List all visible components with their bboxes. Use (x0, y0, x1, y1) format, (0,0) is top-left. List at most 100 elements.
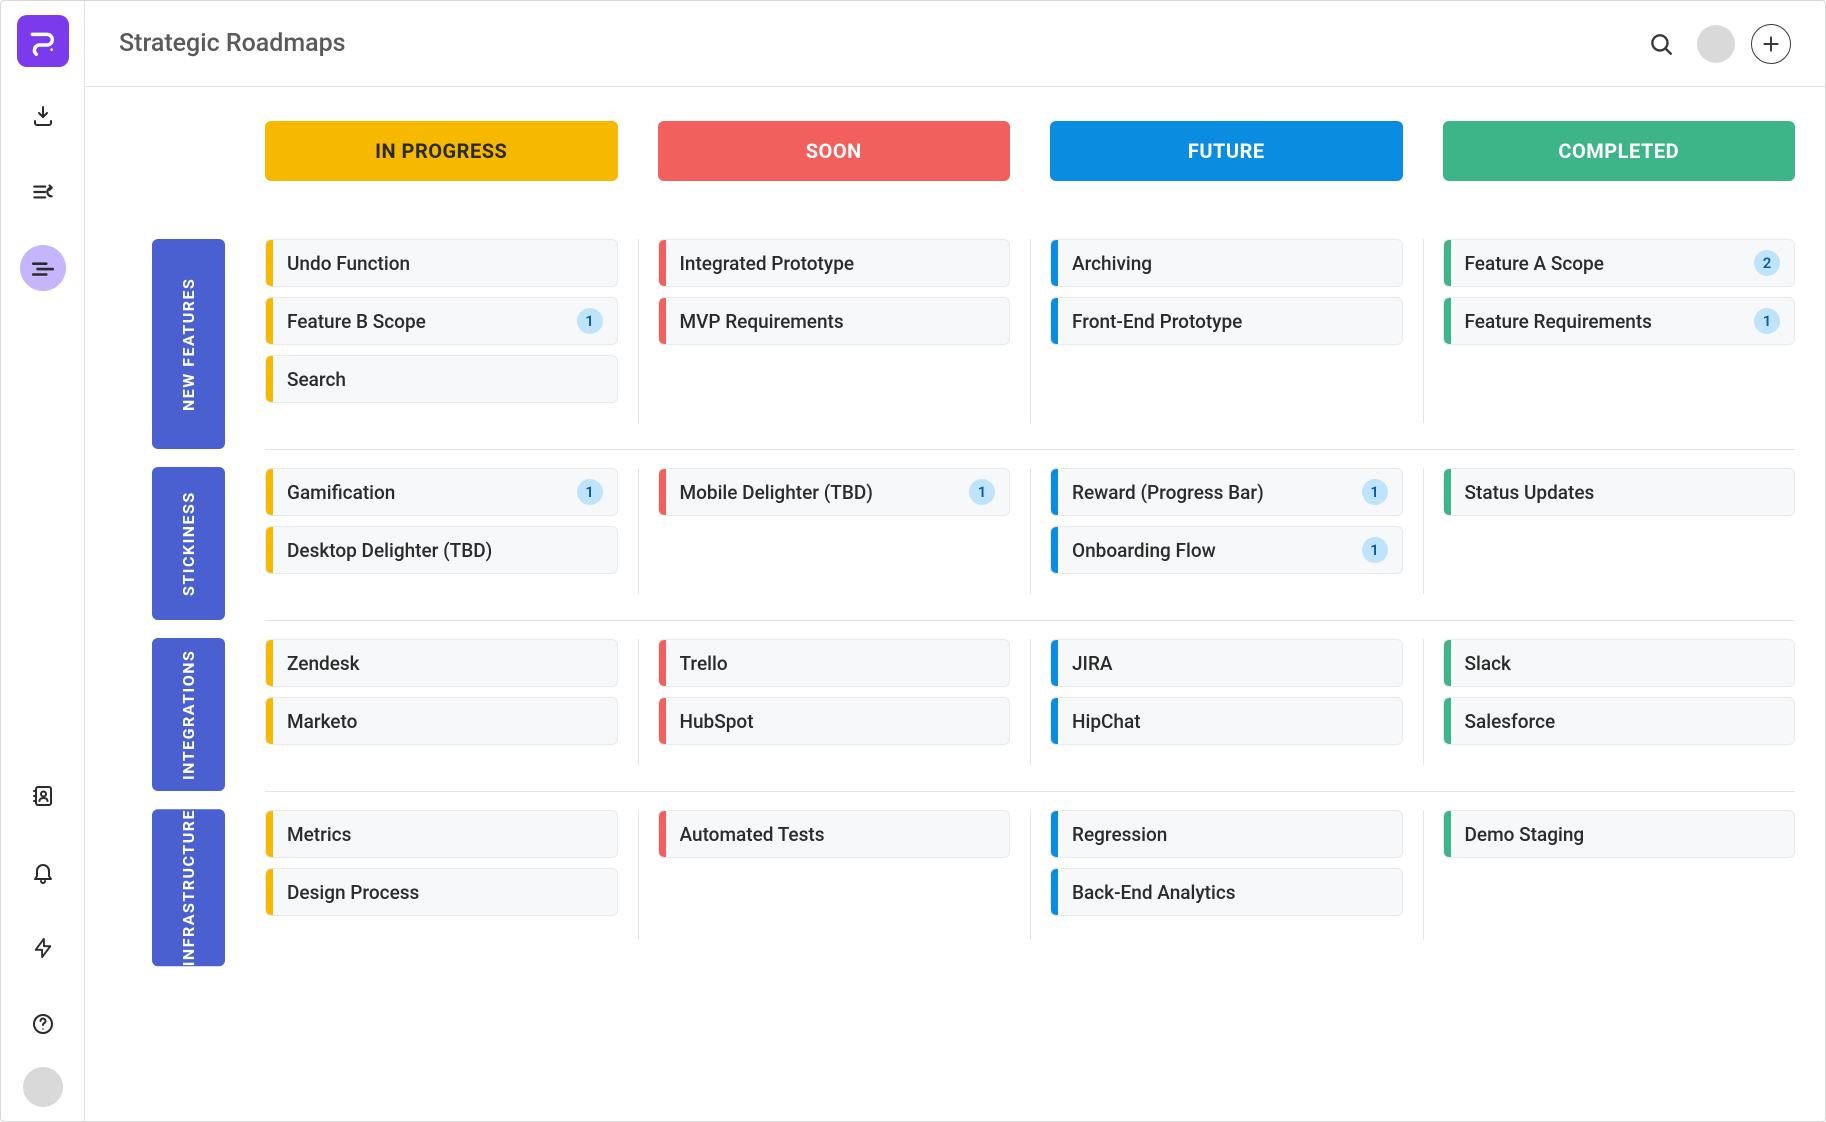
roadmap-card[interactable]: Salesforce (1443, 697, 1796, 745)
roadmap-card[interactable]: Status Updates (1443, 468, 1796, 516)
roadmap-card[interactable]: Metrics (265, 810, 618, 858)
card-title: Gamification (287, 481, 577, 504)
address-book-icon (31, 784, 55, 808)
swimlane-label[interactable]: INFRASTRUCTURE (152, 809, 225, 966)
roadmap-card[interactable]: Search (265, 355, 618, 403)
roadmap-card[interactable]: Integrated Prototype (658, 239, 1011, 287)
roadmap-card[interactable]: Front-End Prototype (1050, 297, 1403, 345)
card-accent (266, 356, 273, 402)
card-badge: 1 (1362, 537, 1388, 563)
roadmap-card[interactable]: HipChat (1050, 697, 1403, 745)
roadmap-card[interactable]: JIRA (1050, 639, 1403, 687)
swimlane-label[interactable]: NEW FEATURES (152, 239, 225, 449)
card-accent (266, 869, 273, 915)
rail-activity-button[interactable] (20, 925, 66, 971)
card-title: Integrated Prototype (680, 252, 996, 275)
roadmap-card[interactable]: Back-End Analytics (1050, 868, 1403, 916)
card-title: MVP Requirements (680, 310, 996, 333)
card-title: Mobile Delighter (TBD) (680, 481, 970, 504)
roadmap-card[interactable]: Feature A Scope2 (1443, 239, 1796, 287)
card-accent (1444, 298, 1451, 344)
roadmap-card[interactable]: Marketo (265, 697, 618, 745)
card-accent (1444, 640, 1451, 686)
roadmap-card[interactable]: Automated Tests (658, 810, 1011, 858)
card-badge: 1 (969, 479, 995, 505)
download-icon (31, 104, 55, 128)
roadmap-card[interactable]: Design Process (265, 868, 618, 916)
roadmap-card[interactable]: Undo Function (265, 239, 618, 287)
swimlane-label[interactable]: STICKINESS (152, 467, 225, 620)
card-accent (659, 240, 666, 286)
column-header-soon[interactable]: SOON (658, 121, 1011, 181)
rail-user-avatar[interactable] (23, 1067, 63, 1107)
roadmap-card[interactable]: Mobile Delighter (TBD)1 (658, 468, 1011, 516)
card-badge: 2 (1754, 250, 1780, 276)
bell-icon (31, 860, 55, 884)
roadmap-card[interactable]: Demo Staging (1443, 810, 1796, 858)
app-logo[interactable] (17, 15, 69, 67)
board-icon (30, 255, 56, 281)
add-button[interactable] (1751, 24, 1791, 64)
roadmap-card[interactable]: Archiving (1050, 239, 1403, 287)
card-badge: 1 (577, 479, 603, 505)
cell-integrations-in_progress: Zendesk Marketo (265, 639, 618, 765)
roadmap-card[interactable]: Gamification1 (265, 468, 618, 516)
roadmap-card[interactable]: Feature B Scope1 (265, 297, 618, 345)
roadmap-card[interactable]: Zendesk (265, 639, 618, 687)
cell-new_features-future: Archiving Front-End Prototype (1050, 239, 1403, 423)
roadmap-card[interactable]: Desktop Delighter (TBD) (265, 526, 618, 574)
page-title: Strategic Roadmaps (119, 29, 346, 58)
swimlane-body: Undo Function Feature B Scope1 Search Integ… (265, 239, 1795, 449)
cell-integrations-soon: Trello HubSpot (658, 639, 1011, 765)
swimlane-body: Metrics Design Process Automated Tests Regr… (265, 791, 1795, 966)
cell-stickiness-future: Reward (Progress Bar)1 Onboarding Flow1 (1050, 468, 1403, 594)
swimlane-infrastructure: INFRASTRUCTURE Metrics Design Process Autom… (115, 791, 1795, 966)
rail-import-button[interactable] (20, 93, 66, 139)
column-header-label: SOON (806, 139, 862, 163)
rail-board-button[interactable] (20, 245, 66, 291)
card-accent (1051, 811, 1058, 857)
card-accent (266, 527, 273, 573)
card-title: Desktop Delighter (TBD) (287, 539, 603, 562)
card-accent (1051, 640, 1058, 686)
roadmap-card[interactable]: Regression (1050, 810, 1403, 858)
card-title: Marketo (287, 710, 603, 733)
card-badge: 1 (1754, 308, 1780, 334)
roadmap-card[interactable]: Feature Requirements1 (1443, 297, 1796, 345)
card-title: HipChat (1072, 710, 1388, 733)
column-header-future[interactable]: FUTURE (1050, 121, 1403, 181)
roadmap-card[interactable]: Trello (658, 639, 1011, 687)
roadmap-card[interactable]: MVP Requirements (658, 297, 1011, 345)
card-accent (266, 240, 273, 286)
rail-notifications-button[interactable] (20, 849, 66, 895)
column-header-completed[interactable]: COMPLETED (1443, 121, 1796, 181)
column-header-label: IN PROGRESS (375, 139, 507, 163)
swimlane-label[interactable]: INTEGRATIONS (152, 638, 225, 791)
roadmap-logo-icon (27, 25, 59, 57)
card-badge: 1 (577, 308, 603, 334)
search-icon (1648, 31, 1674, 57)
card-title: Slack (1465, 652, 1781, 675)
column-header-in_progress[interactable]: IN PROGRESS (265, 121, 618, 181)
roadmap-card[interactable]: Slack (1443, 639, 1796, 687)
rail-help-button[interactable] (20, 1001, 66, 1047)
roadmap-card[interactable]: Onboarding Flow1 (1050, 526, 1403, 574)
roadmap-card[interactable]: Reward (Progress Bar)1 (1050, 468, 1403, 516)
roadmap-card[interactable]: HubSpot (658, 697, 1011, 745)
list-refresh-icon (30, 179, 56, 205)
card-accent (266, 811, 273, 857)
cell-infrastructure-completed: Demo Staging (1443, 810, 1796, 940)
card-title: Undo Function (287, 252, 603, 275)
search-button[interactable] (1641, 24, 1681, 64)
top-user-avatar[interactable] (1697, 25, 1735, 63)
card-title: Search (287, 368, 603, 391)
card-title: Automated Tests (680, 823, 996, 846)
card-title: Metrics (287, 823, 603, 846)
rail-list-button[interactable] (20, 169, 66, 215)
card-accent (266, 298, 273, 344)
rail-contacts-button[interactable] (20, 773, 66, 819)
cell-stickiness-completed: Status Updates (1443, 468, 1796, 594)
card-title: Status Updates (1465, 481, 1781, 504)
cell-infrastructure-in_progress: Metrics Design Process (265, 810, 618, 940)
card-accent (1444, 469, 1451, 515)
